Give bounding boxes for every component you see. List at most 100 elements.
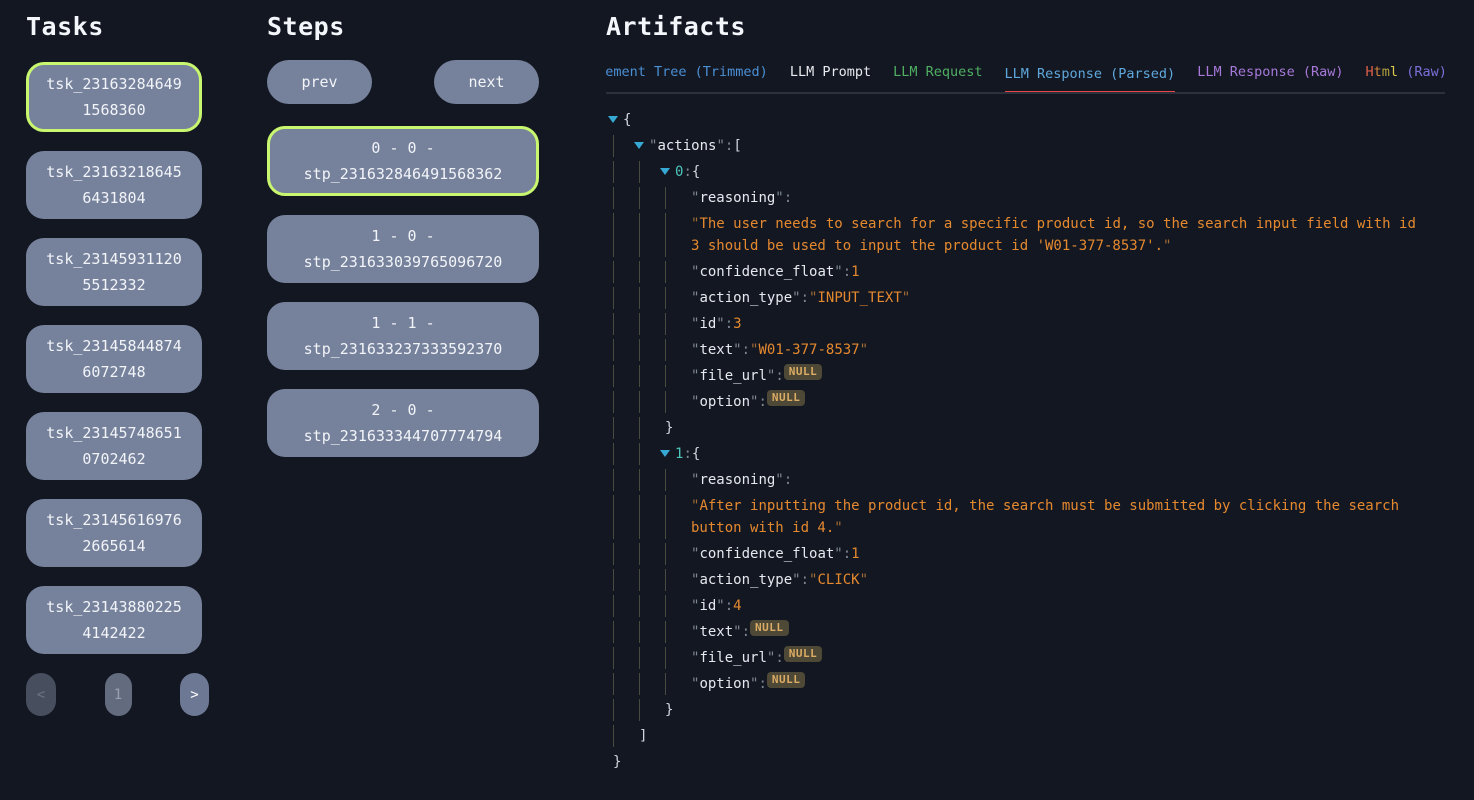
- tab-llm-response-raw[interactable]: LLM Response (Raw): [1197, 60, 1343, 92]
- string-value: "W01-377-8537": [750, 339, 868, 361]
- tasks-pagination: < 1 >: [26, 673, 209, 716]
- colon: :: [683, 161, 691, 183]
- indent-guide-line: [613, 699, 639, 721]
- key-quote: ": [691, 187, 699, 209]
- step-button[interactable]: 2 - 0 - stp_231633344707774794: [267, 389, 539, 457]
- collapse-arrow-icon[interactable]: [608, 116, 618, 123]
- pagination-page-1-button[interactable]: 1: [105, 673, 132, 716]
- colon: :: [775, 647, 783, 669]
- indent-guide-line: [665, 313, 691, 335]
- indent-guide-line: [639, 417, 665, 439]
- indent-guide-line: [639, 699, 665, 721]
- collapse-arrow-icon[interactable]: [660, 450, 670, 457]
- steps-panel: Steps prev next 0 - 0 - stp_231632846491…: [267, 0, 539, 476]
- number-value: 3: [733, 313, 741, 335]
- next-step-button[interactable]: next: [434, 60, 539, 104]
- json-key: action_type: [699, 287, 792, 309]
- indent-guide-line: [613, 469, 639, 491]
- json-tree-row: "option" : NULL: [606, 671, 1423, 697]
- string-text: After inputting the product id, the sear…: [691, 498, 1399, 536]
- steps-nav: prev next: [267, 60, 539, 104]
- indent-guide-line: [665, 213, 691, 257]
- step-button-selected[interactable]: 0 - 0 - stp_231632846491568362: [267, 126, 539, 196]
- indent-guide-line: [639, 495, 665, 539]
- tab-element-tree-trimmed[interactable]: Element Tree (Trimmed): [606, 60, 768, 92]
- indent-guide-line: [613, 495, 639, 539]
- collapse-arrow-icon[interactable]: [634, 142, 644, 149]
- pagination-prev-button[interactable]: <: [26, 673, 56, 716]
- task-button[interactable]: tsk_231456169762665614: [26, 499, 202, 567]
- string-quote: ": [834, 520, 842, 536]
- indent-guide-line: [665, 187, 691, 209]
- string-value: "CLICK": [809, 569, 868, 591]
- key-quote: ": [792, 569, 800, 591]
- step-button[interactable]: 1 - 1 - stp_231633237333592370: [267, 302, 539, 370]
- json-tree-row: 1 : {: [606, 441, 1423, 467]
- task-button[interactable]: tsk_231632186456431804: [26, 151, 202, 219]
- json-tree-row: "action_type" : "CLICK": [606, 567, 1423, 593]
- task-button[interactable]: tsk_231459311205512332: [26, 238, 202, 306]
- indent-guide-line: [613, 287, 639, 309]
- json-key: text: [699, 339, 733, 361]
- string-text: CLICK: [817, 572, 859, 588]
- json-key: option: [699, 673, 750, 695]
- punctuation: }: [665, 699, 673, 721]
- key-quote: ": [775, 469, 783, 491]
- colon: :: [784, 469, 792, 491]
- key-quote: ": [691, 261, 699, 283]
- array-index: 1: [675, 443, 683, 465]
- indent-guide-line: [665, 287, 691, 309]
- json-key: confidence_float: [699, 261, 834, 283]
- key-quote: ": [750, 391, 758, 413]
- punctuation: {: [692, 161, 700, 183]
- step-button[interactable]: 1 - 0 - stp_231633039765096720: [267, 215, 539, 283]
- json-tree-row: "reasoning" :: [606, 467, 1423, 493]
- json-tree-row: "id" : 3: [606, 311, 1423, 337]
- key-quote: ": [767, 365, 775, 387]
- tab-html-raw[interactable]: Html (Raw): [1366, 60, 1446, 92]
- key-quote: ": [750, 673, 758, 695]
- pagination-next-button[interactable]: >: [180, 673, 209, 716]
- indent-guide-line: [613, 339, 639, 361]
- tab-llm-request[interactable]: LLM Request: [893, 60, 982, 92]
- indent-guide-line: [613, 725, 639, 747]
- colon: :: [758, 673, 766, 695]
- collapse-arrow-icon[interactable]: [660, 168, 670, 175]
- indent-guide-line: [613, 313, 639, 335]
- indent-guide-line: [639, 673, 665, 695]
- colon: :: [801, 287, 809, 309]
- key-quote: ": [649, 135, 657, 157]
- indent-guide-line: [665, 543, 691, 565]
- key-quote: ": [716, 595, 724, 617]
- indent-guide-line: [665, 339, 691, 361]
- indent-guide-line: [665, 647, 691, 669]
- indent-guide-line: [665, 673, 691, 695]
- indent-guide-line: [639, 469, 665, 491]
- key-quote: ": [792, 287, 800, 309]
- string-value: "INPUT_TEXT": [809, 287, 910, 309]
- tab-label-segment: [1398, 64, 1406, 80]
- string-quote: ": [860, 572, 868, 588]
- json-tree-row: }: [606, 749, 1423, 775]
- prev-step-button[interactable]: prev: [267, 60, 372, 104]
- task-button[interactable]: tsk_231457486510702462: [26, 412, 202, 480]
- task-button[interactable]: tsk_231458448746072748: [26, 325, 202, 393]
- tab-llm-prompt[interactable]: LLM Prompt: [790, 60, 871, 92]
- key-quote: ": [691, 313, 699, 335]
- key-quote: ": [691, 365, 699, 387]
- colon: :: [683, 443, 691, 465]
- string-value: "After inputting the product id, the sea…: [691, 495, 1423, 539]
- json-key: option: [699, 391, 750, 413]
- null-badge: NULL: [750, 620, 789, 636]
- indent-guide-line: [639, 595, 665, 617]
- task-button[interactable]: tsk_231438802254142422: [26, 586, 202, 654]
- task-button-selected[interactable]: tsk_231632846491568360: [26, 62, 202, 132]
- tab-label-segment: t: [1374, 64, 1382, 80]
- tab-llm-response-parsed[interactable]: LLM Response (Parsed): [1005, 62, 1176, 94]
- key-quote: ": [834, 543, 842, 565]
- indent-guide-line: [665, 469, 691, 491]
- indent-guide-line: [613, 443, 639, 465]
- indent-guide-line: [665, 261, 691, 283]
- string-quote: ": [902, 290, 910, 306]
- colon: :: [784, 187, 792, 209]
